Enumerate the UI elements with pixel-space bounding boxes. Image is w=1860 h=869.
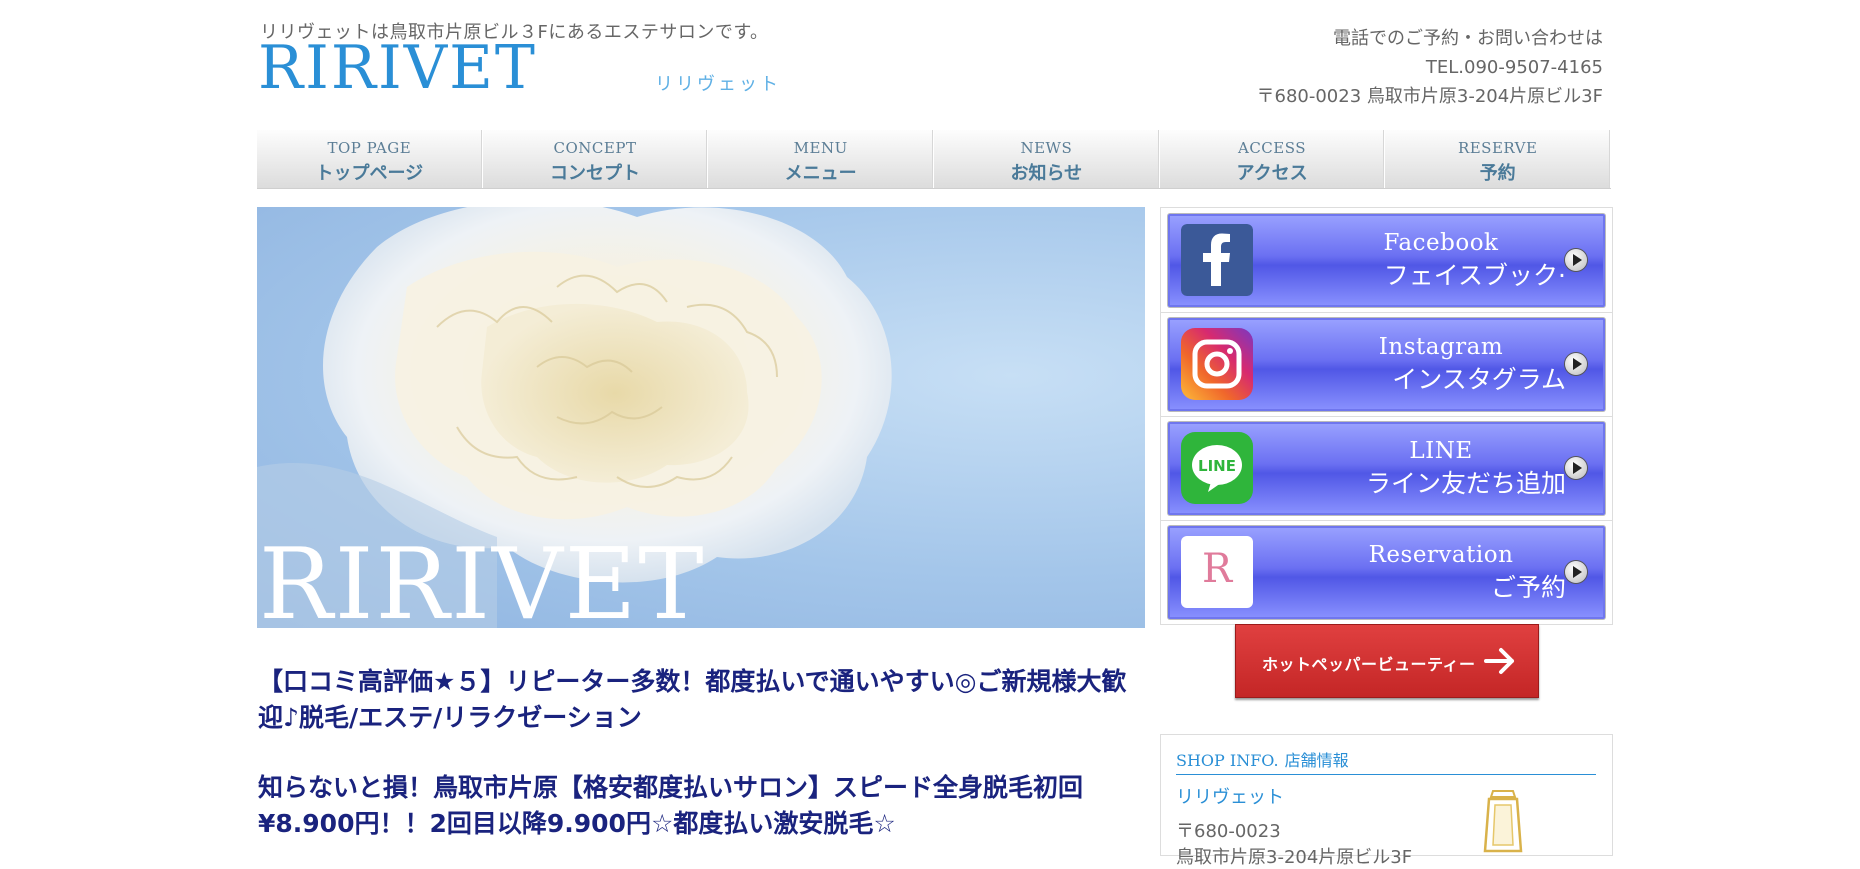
instagram-button-ja: インスタグラム <box>1392 365 1566 394</box>
nav-item-reserve[interactable]: RESERVE 予約 <box>1385 130 1612 188</box>
arrow-right-icon <box>1484 648 1514 674</box>
divider <box>1161 312 1612 313</box>
instagram-icon <box>1181 328 1253 400</box>
hotpepper-beauty-button[interactable]: ホットペッパービューティー <box>1235 624 1539 698</box>
shop-info-title-ja: 店舗情報 <box>1284 751 1349 770</box>
nav-item-menu[interactable]: MENU メニュー <box>708 130 935 188</box>
play-arrow-icon <box>1565 457 1587 479</box>
nav-item-en: TOP PAGE <box>327 139 412 157</box>
site-logo[interactable]: RIRIVET <box>258 38 537 98</box>
hero-title: RIRIVET <box>259 528 706 628</box>
instagram-button-en: Instagram <box>1378 334 1504 360</box>
line-icon: LINE <box>1181 432 1253 504</box>
play-arrow-icon <box>1565 561 1587 583</box>
shop-info-panel: SHOP INFO. 店舗情報 リリヴェット 〒680-0023 鳥取市片原3-2… <box>1160 734 1613 868</box>
instagram-button[interactable]: Instagram インスタグラム <box>1168 318 1605 411</box>
shop-address: 鳥取市片原3-204片原ビル3F <box>1176 847 1413 868</box>
nav-item-ja: お知らせ <box>1010 163 1083 184</box>
nav-item-en: MENU <box>793 139 848 157</box>
site-logo-kana: リリヴェット <box>655 74 781 95</box>
nav-item-access[interactable]: ACCESS アクセス <box>1160 130 1386 188</box>
facebook-button-en: Facebook <box>1383 230 1499 256</box>
nav-item-en: CONCEPT <box>553 139 637 157</box>
nav-item-ja: トップページ <box>315 163 424 184</box>
play-arrow-icon <box>1565 353 1587 375</box>
nav-item-en: NEWS <box>1020 139 1073 157</box>
hero-image: RIRIVET <box>257 207 1145 628</box>
nav-item-ja: 予約 <box>1479 163 1516 184</box>
headline-primary: 【口コミ高評価★５】リピーター多数！都度払いで通いやすい◎ご新規様大歓迎♪脱毛/… <box>258 667 1127 732</box>
nav-item-ja: メニュー <box>784 163 857 184</box>
nav-item-top[interactable]: TOP PAGE トップページ <box>257 130 483 188</box>
nav-item-concept[interactable]: CONCEPT コンセプト <box>483 130 709 188</box>
shop-zip: 〒680-0023 <box>1176 821 1281 842</box>
contact-address: 〒680-0023 鳥取市片原3-204片原ビル3F <box>1256 86 1604 107</box>
play-arrow-icon <box>1565 249 1587 271</box>
nav-item-en: RESERVE <box>1457 139 1538 157</box>
facebook-button-ja: フェイスブック· <box>1383 261 1566 290</box>
line-button-ja: ライン友だち追加 <box>1365 469 1566 498</box>
divider <box>1161 416 1612 417</box>
reservation-button-ja: ご予約 <box>1490 573 1566 602</box>
svg-text:R: R <box>1202 546 1234 592</box>
nav-item-ja: アクセス <box>1236 163 1308 184</box>
facebook-icon <box>1181 224 1253 296</box>
shop-info-title-en: SHOP INFO. <box>1176 751 1279 770</box>
contact-phone[interactable]: TEL.090-9507-4165 <box>1257 53 1603 82</box>
shop-info-title: SHOP INFO. 店舗情報 <box>1176 747 1596 775</box>
divider <box>1161 520 1612 521</box>
reservation-button[interactable]: R Reservation ご予約 <box>1168 526 1605 619</box>
nav-item-ja: コンセプト <box>550 163 640 184</box>
line-button[interactable]: LINE LINE ライン友だち追加 <box>1168 422 1605 515</box>
global-nav: TOP PAGE トップページ CONCEPT コンセプト MENU メニュー … <box>257 130 1612 189</box>
nav-item-news[interactable]: NEWS お知らせ <box>934 130 1160 188</box>
nav-item-en: ACCESS <box>1238 139 1307 157</box>
shop-name: リリヴェット <box>1176 787 1284 808</box>
headline-secondary: 知らないと損！鳥取市片原【格安都度払いサロン】スピード全身脱毛初回¥8.900円… <box>258 773 1084 838</box>
hotpepper-beauty-label: ホットペッパービューティー <box>1262 655 1476 674</box>
contact-label: 電話でのご予約・お問い合わせは <box>1333 28 1603 49</box>
reservation-button-en: Reservation <box>1368 542 1514 568</box>
line-button-en: LINE <box>1409 438 1473 464</box>
social-links-panel: Facebook フェイスブック· Instagram インスタグラム LINE… <box>1160 207 1613 625</box>
header-contact: 電話でのご予約・お問い合わせは TEL.090-9507-4165 〒680-0… <box>1257 24 1604 111</box>
ririvet-r-logo-icon: R <box>1181 536 1253 608</box>
svg-text:LINE: LINE <box>1198 457 1236 475</box>
page: リリヴェットは鳥取市片原ビル３Fにあるエステサロンです。 RIRIVET リリヴ… <box>0 0 1860 868</box>
lantern-icon <box>1483 790 1523 853</box>
facebook-button[interactable]: Facebook フェイスブック· <box>1168 214 1605 307</box>
